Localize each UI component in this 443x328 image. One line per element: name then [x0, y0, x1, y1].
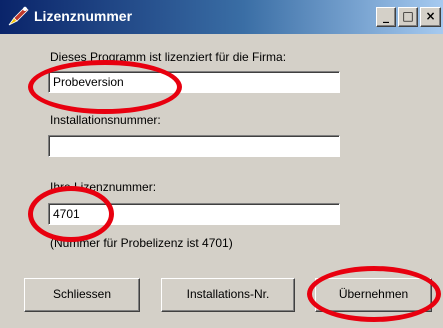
apply-button[interactable]: Übernehmen — [315, 278, 432, 312]
installation-number-label: Installationsnummer: — [50, 113, 161, 127]
close-button[interactable]: Schliessen — [24, 278, 140, 312]
installation-number-field[interactable] — [48, 135, 340, 157]
license-hint: (Nummer für Probelizenz ist 4701) — [50, 236, 233, 250]
license-number-label: Ihre Lizenznummer: — [50, 180, 157, 194]
company-field[interactable]: Probeversion — [48, 71, 340, 93]
title-bar[interactable]: Lizenznummer _ □ × — [0, 0, 443, 34]
key-pen-icon — [8, 6, 29, 26]
license-number-field[interactable]: 4701 — [48, 203, 340, 225]
installation-number-button[interactable]: Installations-Nr. — [161, 278, 295, 312]
company-label: Dieses Programm ist lizenziert für die F… — [50, 50, 287, 64]
minimize-button[interactable]: _ — [376, 7, 396, 27]
close-window-button[interactable]: × — [420, 7, 441, 27]
license-dialog: Lizenznummer _ □ × Dieses Programm ist l… — [0, 0, 443, 328]
maximize-button[interactable]: □ — [398, 7, 418, 27]
window-title: Lizenznummer — [34, 8, 133, 24]
maximize-icon: □ — [402, 9, 414, 23]
minimize-icon: _ — [383, 9, 389, 23]
close-icon: × — [425, 9, 436, 23]
